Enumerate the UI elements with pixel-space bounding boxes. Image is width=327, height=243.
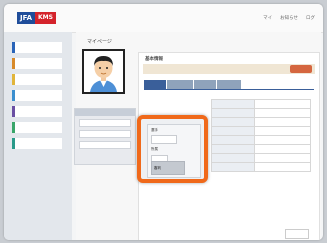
sidebar-item[interactable] xyxy=(12,122,62,133)
table-row xyxy=(211,135,311,145)
table-row xyxy=(211,108,311,118)
tab[interactable] xyxy=(194,80,216,89)
table-row xyxy=(211,162,311,172)
tab[interactable] xyxy=(217,80,241,89)
top-nav-item[interactable]: マイ xyxy=(263,15,272,21)
person-illustration-icon xyxy=(84,51,123,92)
sidebar-item[interactable] xyxy=(12,138,62,149)
save-button[interactable] xyxy=(285,229,309,239)
popup-tag[interactable] xyxy=(151,135,177,144)
table-row xyxy=(211,99,311,109)
sidebar-item[interactable] xyxy=(12,74,62,85)
sidebar-item[interactable] xyxy=(12,58,62,69)
table-row xyxy=(211,126,311,136)
panel-row[interactable] xyxy=(79,130,131,138)
tab-underline xyxy=(144,89,314,90)
panel-row[interactable] xyxy=(79,141,131,149)
table-row xyxy=(211,153,311,163)
site-logo[interactable]: JFA KMS xyxy=(17,12,56,24)
browser-screen: JFA KMS マイ お知らせ ログ マイページ 基本情報 選手 所属 審判 xyxy=(4,4,323,240)
table-row xyxy=(211,117,311,127)
top-bar: JFA KMS マイ お知らせ ログ xyxy=(4,4,323,33)
sidebar-item[interactable] xyxy=(12,106,62,117)
popup-panel: 選手 所属 審判 xyxy=(147,124,201,178)
profile-avatar xyxy=(82,49,125,94)
logo-primary: JFA xyxy=(17,12,36,24)
notice-bar xyxy=(143,64,315,74)
tab[interactable] xyxy=(167,80,193,89)
popup-label: 所属 xyxy=(151,147,158,151)
logo-secondary: KMS xyxy=(35,12,56,24)
popup-selected-chip[interactable]: 審判 xyxy=(151,161,185,175)
top-nav-item[interactable]: ログ xyxy=(306,15,315,21)
panel-row[interactable] xyxy=(79,119,131,127)
sidebar xyxy=(4,32,72,240)
panel-header xyxy=(75,109,135,116)
detail-table xyxy=(211,99,311,172)
notice-action-button[interactable] xyxy=(290,65,312,73)
sidebar-item[interactable] xyxy=(12,42,62,53)
side-info-panel xyxy=(74,108,136,165)
top-nav: マイ お知らせ ログ xyxy=(263,15,315,21)
tab-active[interactable] xyxy=(144,80,166,89)
profile-tabs xyxy=(144,80,241,89)
popup-label: 選手 xyxy=(151,128,158,132)
sidebar-item[interactable] xyxy=(12,90,62,101)
top-nav-item[interactable]: お知らせ xyxy=(280,15,298,21)
card-title: 基本情報 xyxy=(145,57,163,62)
page-title: マイページ xyxy=(87,39,112,45)
highlighted-popup: 選手 所属 審判 xyxy=(137,115,208,183)
table-row xyxy=(211,144,311,154)
